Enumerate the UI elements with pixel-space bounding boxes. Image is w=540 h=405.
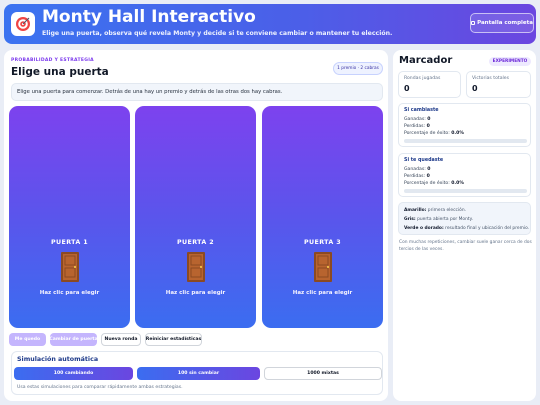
door-hint: Haz clic para elegir bbox=[292, 290, 353, 296]
legend-item: Amarillo: primera elección. bbox=[404, 208, 467, 213]
scoreboard-panel: Marcador EXPERIMENTO Rondas jugadas 0 Vi… bbox=[393, 50, 536, 401]
door-icon bbox=[60, 252, 79, 282]
app-subtitle: Elige una puerta, observa qué revela Mon… bbox=[42, 30, 393, 37]
reset-stats-button[interactable]: Reiniciar estadísticas bbox=[145, 333, 202, 346]
rounds-label: Rondas jugadas bbox=[404, 76, 441, 81]
experiment-badge: EXPERIMENTO bbox=[489, 57, 531, 66]
switch-door-button[interactable]: Cambiar de puerta bbox=[49, 333, 98, 346]
simulation-title: Simulación automática bbox=[17, 356, 99, 363]
rounds-card: Rondas jugadas 0 bbox=[398, 71, 461, 98]
stay-button[interactable]: Me quedo bbox=[9, 333, 46, 346]
simulate-stay-button[interactable]: 100 sin cambiar bbox=[137, 367, 260, 380]
target-icon bbox=[11, 12, 35, 36]
door-label: PUERTA 2 bbox=[176, 239, 215, 246]
wins-label: Victorias totales bbox=[472, 76, 510, 81]
wins-card: Victorias totales 0 bbox=[466, 71, 531, 98]
instructions-text: Elige una puerta para comenzar. Detrás d… bbox=[17, 89, 283, 95]
stay-lost: Perdidas: 0 bbox=[404, 174, 430, 179]
door-1[interactable]: PUERTA 1 Haz clic para elegir bbox=[9, 106, 130, 328]
color-legend: Amarillo: primera elección. Gris: puerta… bbox=[398, 202, 531, 235]
switch-stats-card: Si cambiaste Ganadas: 0 Perdidas: 0 Porc… bbox=[398, 103, 531, 147]
switch-stats-title: Si cambiaste bbox=[404, 108, 439, 113]
app-title: Monty Hall Interactivo bbox=[42, 7, 256, 27]
door-hint: Haz clic para elegir bbox=[39, 290, 100, 296]
fullscreen-label: Pantalla completa bbox=[477, 20, 533, 26]
door-2[interactable]: PUERTA 2 Haz clic para elegir bbox=[135, 106, 256, 328]
door-hint: Haz clic para elegir bbox=[165, 290, 226, 296]
switch-won: Ganadas: 0 bbox=[404, 117, 431, 122]
game-title: Elige una puerta bbox=[11, 66, 109, 78]
door-3[interactable]: PUERTA 3 Haz clic para elegir bbox=[262, 106, 383, 328]
game-eyebrow: PROBABILIDAD Y ESTRATEGIA bbox=[11, 58, 94, 63]
fullscreen-button[interactable]: Pantalla completa bbox=[470, 13, 534, 33]
switch-lost: Perdidas: 0 bbox=[404, 124, 430, 129]
rounds-value: 0 bbox=[404, 84, 410, 93]
stay-won: Ganadas: 0 bbox=[404, 167, 431, 172]
game-panel: PROBABILIDAD Y ESTRATEGIA Elige una puer… bbox=[4, 50, 388, 401]
simulate-mixed-button[interactable]: 1000 mixtas bbox=[264, 367, 382, 380]
stay-stats-title: Si te quedaste bbox=[404, 158, 444, 163]
legend-item: Verde o dorado: resultado final y ubicac… bbox=[404, 226, 530, 231]
switch-progress-bar bbox=[404, 139, 527, 143]
wins-value: 0 bbox=[472, 84, 478, 93]
simulation-note: Usa estas simulaciones para comparar ráp… bbox=[17, 385, 183, 390]
door-label: PUERTA 1 bbox=[50, 239, 89, 246]
app-header: Monty Hall Interactivo Elige una puerta,… bbox=[4, 4, 536, 44]
instructions-box: Elige una puerta para comenzar. Detrás d… bbox=[11, 83, 383, 101]
simulate-switch-button[interactable]: 100 cambiando bbox=[14, 367, 133, 380]
simulation-box: Simulación automática 100 cambiando 100 … bbox=[11, 351, 383, 395]
legend-item: Gris: puerta abierta por Monty. bbox=[404, 217, 473, 222]
door-label: PUERTA 3 bbox=[303, 239, 342, 246]
scoreboard-note-line-1: Con muchas repeticiones, cambiar suele g… bbox=[399, 240, 532, 245]
door-icon bbox=[313, 252, 332, 282]
new-round-button[interactable]: Nueva ronda bbox=[101, 333, 141, 346]
fullscreen-icon bbox=[471, 21, 476, 25]
stay-rate: Porcentaje de éxito: 0.0% bbox=[404, 181, 464, 186]
scoreboard-note-line-2: tercios de las veces. bbox=[399, 247, 444, 252]
switch-rate: Porcentaje de éxito: 0.0% bbox=[404, 131, 464, 136]
scoreboard-title: Marcador bbox=[399, 55, 453, 66]
stay-progress-bar bbox=[404, 189, 527, 193]
stay-stats-card: Si te quedaste Ganadas: 0 Perdidas: 0 Po… bbox=[398, 153, 531, 197]
door-icon bbox=[186, 252, 205, 282]
prize-badge: 1 premio · 2 cabras bbox=[333, 62, 383, 75]
